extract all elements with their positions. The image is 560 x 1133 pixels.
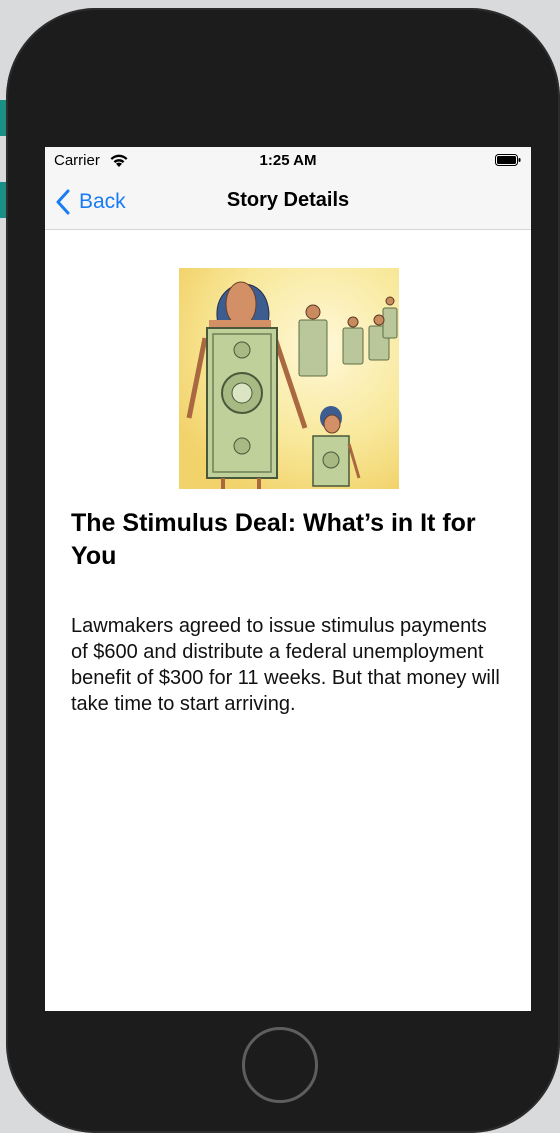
story-image — [179, 268, 399, 489]
app-screen: Carrier 1:25 AM Back Story Details The S… — [45, 147, 531, 1011]
navigation-bar: Back Story Details — [45, 175, 531, 230]
story-summary: Lawmakers agreed to issue stimulus payme… — [71, 615, 500, 715]
home-button[interactable] — [242, 1027, 318, 1103]
page-title: Story Details — [226, 189, 350, 211]
battery-icon — [495, 154, 521, 166]
status-bar: Carrier 1:25 AM — [45, 147, 531, 175]
clock-time: 1:25 AM — [259, 152, 317, 169]
device-frame: Carrier 1:25 AM Back Story Details The S… — [6, 8, 560, 1133]
story-headline: The Stimulus Deal: What’s in It for You — [71, 509, 476, 570]
